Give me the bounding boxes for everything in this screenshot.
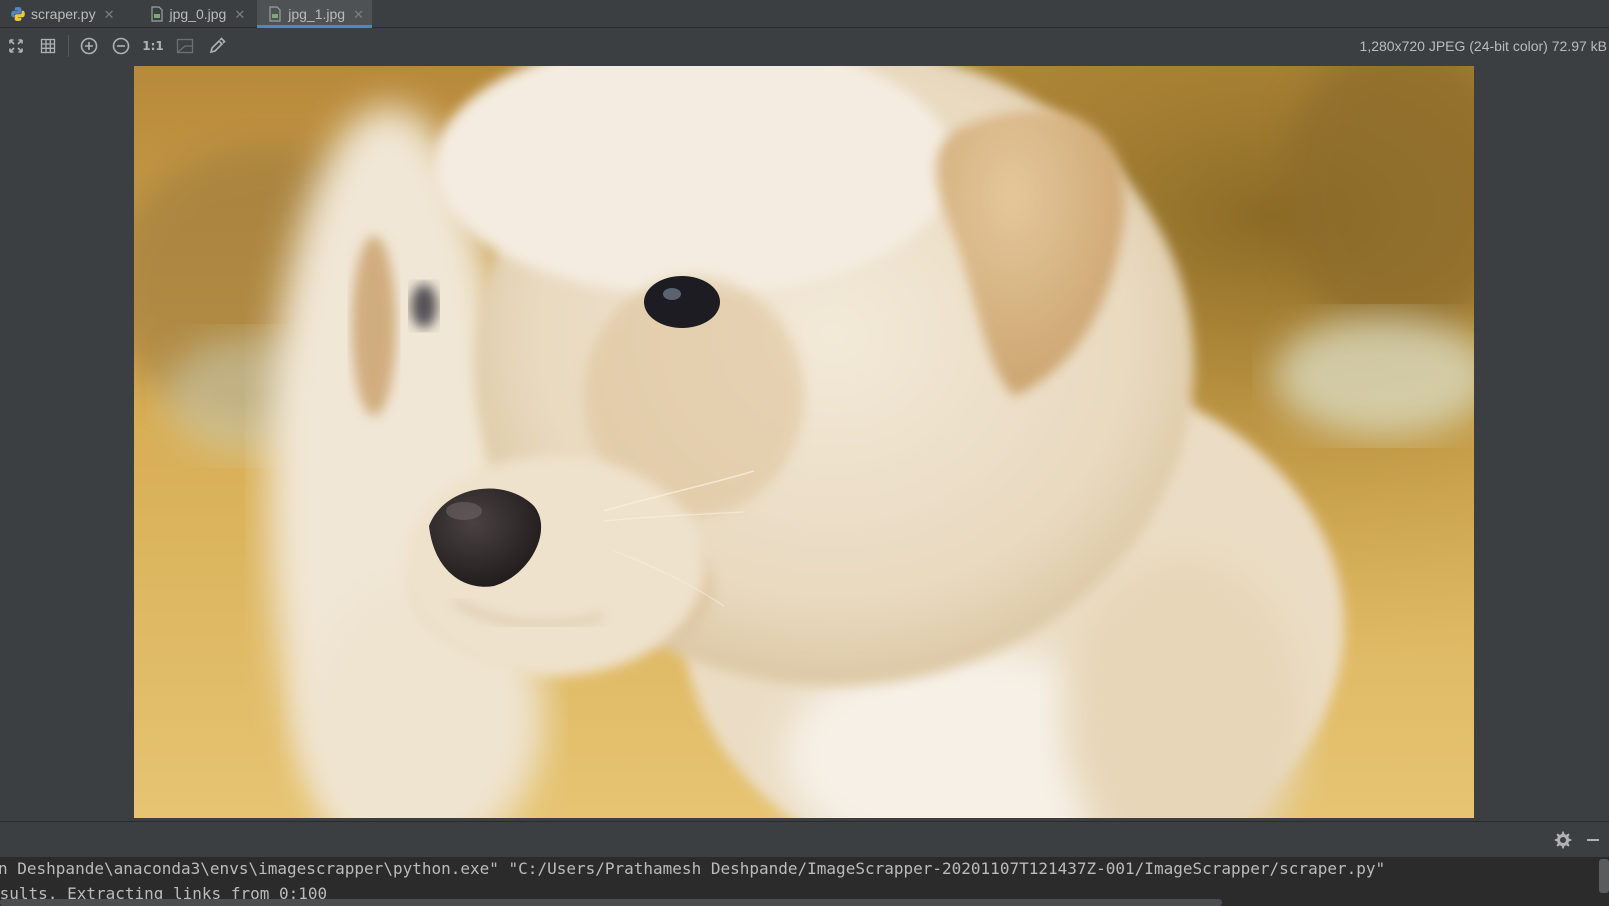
image-file-icon xyxy=(267,6,283,22)
image-file-icon xyxy=(149,6,165,22)
image-viewer-toolbar: 1:1 1,280x720 JPEG (24-bit color) 72.97 … xyxy=(0,28,1609,64)
toolbar-separator xyxy=(68,35,69,57)
background-icon[interactable] xyxy=(169,32,201,60)
fit-to-window-icon[interactable] xyxy=(0,32,32,60)
tab-label: scraper.py xyxy=(31,6,96,22)
close-icon[interactable]: ✕ xyxy=(353,8,364,21)
run-console[interactable]: n Deshpande\anaconda3\envs\imagescrapper… xyxy=(0,857,1609,906)
gear-icon[interactable] xyxy=(1553,830,1573,850)
puppy-photo xyxy=(134,66,1474,818)
tab-jpg-0[interactable]: jpg_0.jpg ✕ xyxy=(139,0,254,28)
tab-jpg-1[interactable]: jpg_1.jpg ✕ xyxy=(257,0,372,28)
tab-label: jpg_0.jpg xyxy=(169,6,227,22)
horizontal-scrollbar[interactable] xyxy=(0,899,1222,906)
vertical-scrollbar[interactable] xyxy=(1599,859,1609,893)
image-info: 1,280x720 JPEG (24-bit color) 72.97 kB xyxy=(1359,38,1607,54)
python-file-icon xyxy=(10,6,26,22)
color-picker-icon[interactable] xyxy=(201,32,233,60)
tab-scraper-py[interactable]: scraper.py ✕ xyxy=(0,0,123,28)
grid-icon[interactable] xyxy=(32,32,64,60)
close-icon[interactable]: ✕ xyxy=(104,8,115,21)
close-icon[interactable]: ✕ xyxy=(234,8,245,21)
actual-size-label: 1:1 xyxy=(142,39,164,53)
run-panel-header xyxy=(0,821,1609,857)
minimize-icon[interactable] xyxy=(1583,830,1603,850)
zoom-out-icon[interactable] xyxy=(105,32,137,60)
image-canvas[interactable] xyxy=(0,64,1609,821)
zoom-in-icon[interactable] xyxy=(73,32,105,60)
tab-label: jpg_1.jpg xyxy=(288,6,346,22)
actual-size-button[interactable]: 1:1 xyxy=(137,32,169,60)
editor-tab-bar: scraper.py ✕ jpg_0.jpg ✕ jpg_1.jpg ✕ xyxy=(0,0,1609,28)
console-line: n Deshpande\anaconda3\envs\imagescrapper… xyxy=(0,859,1386,878)
